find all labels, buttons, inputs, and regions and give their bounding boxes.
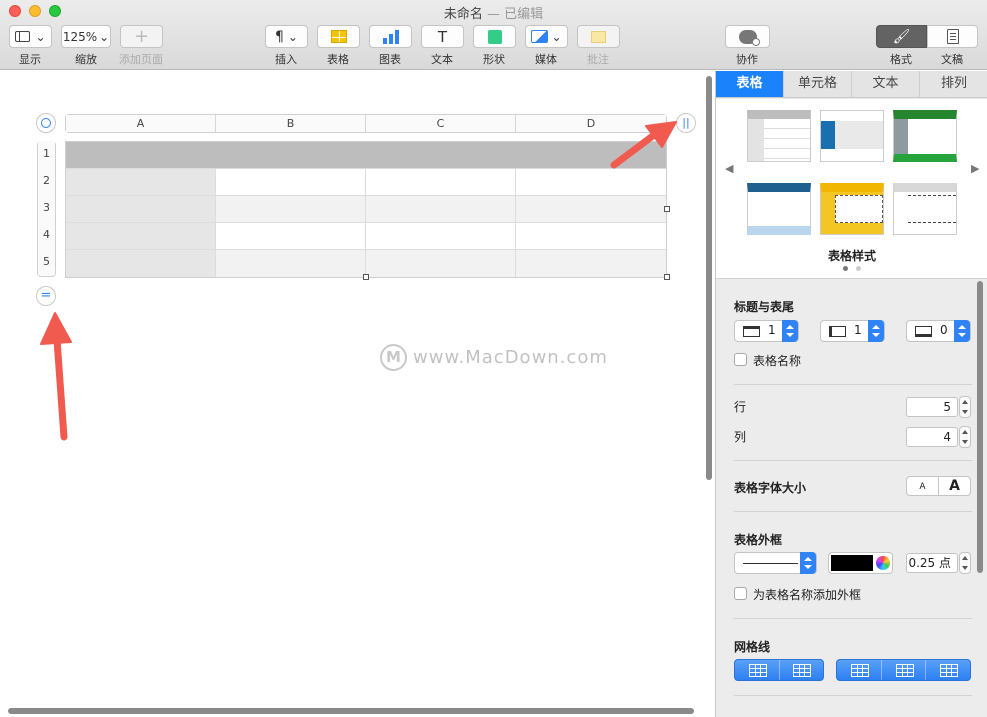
- columns-field[interactable]: 4: [906, 427, 958, 447]
- tab-text[interactable]: 文本: [852, 71, 920, 98]
- vertical-gridlines-button[interactable]: [780, 660, 824, 680]
- inspector-scrollbar[interactable]: [977, 281, 983, 573]
- collaborate-label: 协作: [736, 53, 758, 66]
- table-name-checkbox[interactable]: [734, 353, 747, 366]
- tab-table[interactable]: 表格: [716, 71, 784, 98]
- footer-rows-select[interactable]: 0: [906, 320, 971, 342]
- gridlines-title: 网格线: [734, 640, 771, 654]
- footer-rows-icon: [915, 326, 932, 337]
- header-column-gridlines-button[interactable]: [882, 660, 927, 680]
- document-button[interactable]: [927, 25, 978, 48]
- footer-gridlines-button[interactable]: [926, 660, 970, 680]
- rows-label: 行: [734, 400, 747, 414]
- page-dot[interactable]: [856, 266, 861, 271]
- chevron-right-icon[interactable]: ▶: [971, 162, 979, 175]
- columns-stepper[interactable]: [959, 426, 971, 448]
- rows-stepper[interactable]: [959, 396, 971, 418]
- table-style-navy[interactable]: [747, 183, 811, 235]
- watermark-logo-icon: M: [380, 344, 407, 371]
- header-rows-select[interactable]: 1: [734, 320, 799, 342]
- table-styles-label: 表格样式: [827, 249, 876, 263]
- format-inspector: 表格 单元格 文本 排列 ◀ ▶ 表格样式 标题与表尾 1 1 0 表格名称 行…: [715, 71, 987, 717]
- watermark-text: www.MacDown.com: [413, 347, 608, 368]
- color-wheel-icon[interactable]: [876, 556, 890, 570]
- line-style-icon: [743, 563, 798, 564]
- outline-width-field[interactable]: 0.25 点: [906, 553, 958, 573]
- arrow-to-row-handle: [40, 312, 72, 441]
- font-size-control: A A: [906, 476, 971, 496]
- table-name-label: 表格名称: [753, 354, 802, 368]
- arrow-to-column-handle: [610, 121, 677, 169]
- header-footer-title: 标题与表尾: [734, 300, 795, 314]
- gridlines-body-group: [734, 659, 824, 681]
- table-style-yellow[interactable]: [820, 183, 884, 235]
- decrease-font-button[interactable]: A: [907, 477, 939, 495]
- outline-style-select[interactable]: [734, 552, 817, 574]
- header-columns-select[interactable]: 1: [820, 320, 885, 342]
- horizontal-gridlines-button[interactable]: [735, 660, 780, 680]
- collaborate-icon: [738, 29, 760, 46]
- outline-color-well[interactable]: [828, 552, 893, 574]
- app-window: 未命名 — 已编辑 ⌄ 显示 125% ⌄ 缩放 + 添加页面 ¶ ⌄ 插入 表格 …: [0, 0, 987, 717]
- format-button[interactable]: 🖌: [876, 25, 927, 48]
- rows-field[interactable]: 5: [906, 397, 958, 417]
- divider: [734, 695, 972, 696]
- table-style-blue-stripe[interactable]: [820, 110, 884, 162]
- table-style-gray[interactable]: [747, 110, 811, 162]
- footer-rows-value: 0: [940, 323, 948, 337]
- divider: [734, 460, 972, 461]
- page-dot-active[interactable]: [843, 266, 848, 271]
- document-icon: [946, 29, 959, 44]
- chevron-left-icon[interactable]: ◀: [725, 162, 733, 175]
- tab-cell[interactable]: 单元格: [784, 71, 852, 98]
- header-rows-icon: [743, 326, 760, 337]
- increase-font-button[interactable]: A: [939, 477, 970, 495]
- header-row-gridlines-button[interactable]: [837, 660, 882, 680]
- watermark: M www.MacDown.com: [380, 344, 608, 371]
- divider: [734, 384, 972, 385]
- paintbrush-icon: 🖌: [892, 28, 911, 45]
- color-swatch: [831, 555, 873, 571]
- tab-arrange[interactable]: 排列: [920, 71, 987, 98]
- document-label: 文稿: [941, 53, 963, 66]
- header-columns-icon: [829, 326, 846, 337]
- outline-width-stepper[interactable]: [959, 552, 971, 574]
- styles-panel: ◀ ▶ 表格样式: [716, 99, 987, 279]
- header-columns-value: 1: [854, 323, 862, 337]
- divider: [734, 511, 972, 512]
- table-name-outline-label: 为表格名称添加外框: [753, 588, 862, 602]
- divider: [734, 618, 972, 619]
- header-rows-value: 1: [768, 323, 776, 337]
- font-size-title: 表格字体大小: [734, 481, 807, 495]
- gridlines-header-group: [836, 659, 971, 681]
- horizontal-scrollbar[interactable]: [8, 708, 694, 714]
- table-style-dashed[interactable]: [893, 183, 957, 235]
- columns-label: 列: [734, 430, 747, 444]
- vertical-scrollbar[interactable]: [706, 76, 712, 480]
- table-style-green[interactable]: [893, 110, 957, 162]
- collaborate-button[interactable]: [725, 25, 770, 48]
- table-outline-title: 表格外框: [734, 533, 783, 547]
- table-name-outline-checkbox[interactable]: [734, 587, 747, 600]
